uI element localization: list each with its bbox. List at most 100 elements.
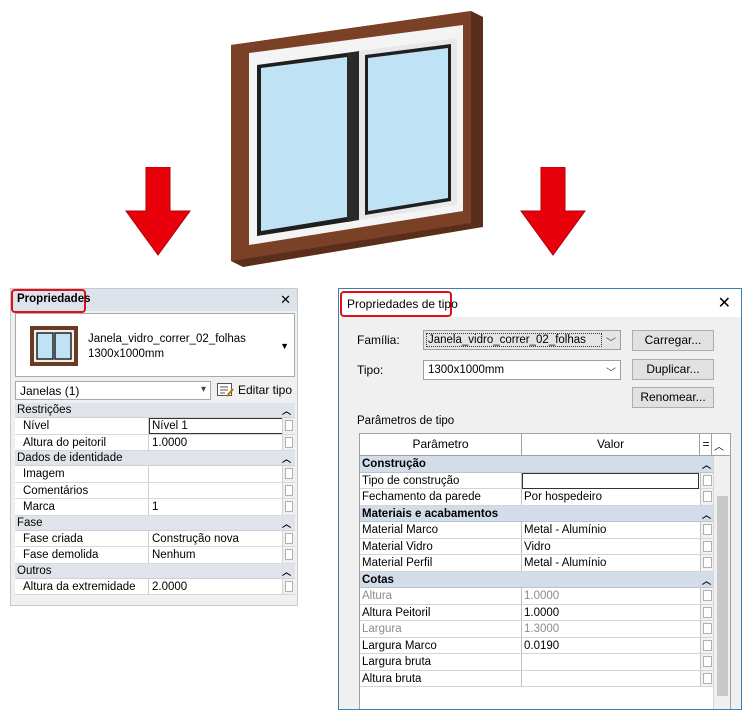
parameter-value[interactable]: 1.0000 bbox=[524, 590, 559, 602]
column-divider bbox=[521, 604, 522, 620]
column-header-formula[interactable]: = bbox=[701, 434, 712, 455]
parameter-value[interactable]: 1.3000 bbox=[524, 623, 559, 635]
column-divider bbox=[148, 547, 149, 563]
property-row[interactable]: Nível Nível 1 bbox=[15, 418, 295, 435]
parameter-value[interactable]: Vidro bbox=[524, 541, 551, 553]
properties-titlebar: Propriedades ✕ bbox=[11, 289, 297, 313]
parameter-row[interactable]: Altura bruta bbox=[360, 670, 714, 687]
parameter-row[interactable]: Largura Marco 0.0190 bbox=[360, 637, 714, 654]
associate-parameter-button[interactable] bbox=[282, 466, 295, 482]
properties-grid: Restrições ︿ Nível Nível 1 Altura do peitori… bbox=[15, 403, 295, 595]
category-header[interactable]: Fase ︿ bbox=[15, 515, 295, 531]
parameter-value[interactable]: Metal - Alumínio bbox=[524, 557, 606, 569]
parameter-row[interactable]: Altura 1.0000 bbox=[360, 588, 714, 605]
tipo-value: 1300x1000mm bbox=[428, 364, 505, 376]
category-header[interactable]: Construção ︿ bbox=[360, 456, 714, 473]
parameter-row[interactable]: Altura Peitoril 1.0000 bbox=[360, 604, 714, 621]
associate-parameter-button[interactable] bbox=[700, 472, 714, 488]
load-button[interactable]: Carregar... bbox=[632, 330, 714, 351]
parameter-name: Altura Peitoril bbox=[362, 606, 431, 619]
type-size: 1300x1000mm bbox=[88, 348, 165, 360]
property-row[interactable]: Altura da extremidade 2.0000 bbox=[15, 578, 295, 595]
associate-parameter-button[interactable] bbox=[700, 522, 714, 538]
chevron-up-icon[interactable]: ︿ bbox=[282, 452, 291, 465]
parameter-row[interactable]: Material Perfil Metal - Alumínio bbox=[360, 555, 714, 572]
category-header[interactable]: Materiais e acabamentos ︿ bbox=[360, 505, 714, 522]
parameter-input[interactable] bbox=[522, 472, 699, 489]
dropdown-arrow-icon[interactable]: ▼ bbox=[280, 341, 289, 351]
associate-parameter-button[interactable] bbox=[282, 530, 295, 546]
property-row[interactable]: Fase criada Construção nova bbox=[15, 530, 295, 547]
property-row[interactable]: Fase demolida Nenhum bbox=[15, 547, 295, 564]
column-header-value[interactable]: Valor bbox=[522, 434, 700, 455]
parameter-value[interactable]: 0.0190 bbox=[524, 640, 559, 652]
associate-parameter-button[interactable] bbox=[700, 538, 714, 554]
category-header[interactable]: Restrições ︿ bbox=[15, 403, 295, 418]
property-row[interactable]: Imagem bbox=[15, 466, 295, 483]
chevron-up-icon[interactable]: ︿ bbox=[702, 508, 711, 521]
associate-parameter-button[interactable] bbox=[700, 555, 714, 571]
parameter-row[interactable]: Material Marco Metal - Alumínio bbox=[360, 522, 714, 539]
parameter-row[interactable]: Material Vidro Vidro bbox=[360, 538, 714, 555]
property-value[interactable]: 1 bbox=[152, 501, 158, 513]
property-value[interactable]: Construção nova bbox=[152, 533, 239, 545]
chevron-up-icon[interactable]: ︿ bbox=[702, 458, 711, 471]
associate-parameter-button[interactable] bbox=[700, 588, 714, 604]
parameter-name: Altura bruta bbox=[362, 672, 422, 685]
property-row[interactable]: Altura do peitoril 1.0000 bbox=[15, 434, 295, 451]
associate-parameter-button[interactable] bbox=[700, 654, 714, 670]
type-parameters-caption: Parâmetros de tipo bbox=[357, 415, 455, 427]
associate-parameter-button[interactable] bbox=[282, 418, 295, 434]
associate-parameter-button[interactable] bbox=[282, 547, 295, 563]
type-selector[interactable]: Janela_vidro_correr_02_folhas 1300x1000m… bbox=[15, 313, 295, 377]
associate-parameter-button[interactable] bbox=[282, 434, 295, 450]
property-value[interactable]: Nível 1 bbox=[152, 420, 188, 432]
associate-parameter-button[interactable] bbox=[282, 482, 295, 498]
familia-label: Família: bbox=[357, 333, 400, 347]
edit-type-icon bbox=[217, 383, 234, 397]
associate-parameter-button[interactable] bbox=[700, 604, 714, 620]
property-value[interactable]: 2.0000 bbox=[152, 581, 187, 593]
parameter-row[interactable]: Tipo de construção bbox=[360, 472, 714, 489]
property-value[interactable]: Nenhum bbox=[152, 549, 195, 561]
scrollbar-thumb[interactable] bbox=[717, 496, 728, 696]
property-row[interactable]: Comentários bbox=[15, 482, 295, 499]
chevron-up-icon[interactable]: ︿ bbox=[282, 404, 291, 417]
property-value[interactable]: 1.0000 bbox=[152, 437, 187, 449]
parameter-value[interactable]: 1.0000 bbox=[524, 607, 559, 619]
tipo-select[interactable]: 1300x1000mm ﹀ bbox=[423, 360, 621, 380]
chevron-up-icon[interactable]: ︿ bbox=[702, 574, 711, 587]
category-label: Restrições bbox=[17, 404, 72, 416]
category-header[interactable]: Dados de identidade ︿ bbox=[15, 451, 295, 466]
familia-select[interactable]: Janela_vidro_correr_02_folhas ﹀ bbox=[423, 330, 621, 350]
parameter-row[interactable]: Largura 1.3000 bbox=[360, 621, 714, 638]
associate-parameter-button[interactable] bbox=[282, 499, 295, 515]
category-header[interactable]: Cotas ︿ bbox=[360, 571, 714, 588]
associate-parameter-icon bbox=[703, 540, 712, 552]
parameter-name: Largura bruta bbox=[362, 656, 432, 668]
chevron-up-icon[interactable]: ︿ bbox=[282, 517, 291, 530]
chevron-up-icon[interactable]: ︿ bbox=[282, 565, 291, 578]
associate-parameter-button[interactable] bbox=[282, 578, 295, 594]
vertical-scrollbar[interactable] bbox=[713, 456, 730, 709]
edit-type-button[interactable]: Editar tipo bbox=[215, 380, 295, 401]
associate-parameter-button[interactable] bbox=[700, 670, 714, 686]
duplicate-button[interactable]: Duplicar... bbox=[632, 359, 714, 380]
parameter-value[interactable]: Por hospedeiro bbox=[524, 491, 602, 503]
associate-parameter-button[interactable] bbox=[700, 637, 714, 653]
chevron-up-icon[interactable]: ︿ bbox=[714, 438, 724, 453]
category-header[interactable]: Outros ︿ bbox=[15, 563, 295, 579]
type-properties-dialog: Propriedades de tipo ✕ Família: Janela_v… bbox=[338, 288, 742, 710]
rename-button[interactable]: Renomear... bbox=[632, 387, 714, 408]
column-header-parameter[interactable]: Parâmetro bbox=[360, 434, 522, 455]
property-row[interactable]: Marca 1 bbox=[15, 499, 295, 516]
parameter-row[interactable]: Fechamento da parede Por hospedeiro bbox=[360, 489, 714, 506]
instance-filter-select[interactable]: Janelas (1) ▾ bbox=[15, 381, 211, 400]
close-icon[interactable]: ✕ bbox=[718, 293, 731, 313]
associate-parameter-button[interactable] bbox=[700, 621, 714, 637]
parameter-value[interactable]: Metal - Alumínio bbox=[524, 524, 606, 536]
close-icon[interactable]: ✕ bbox=[280, 292, 291, 308]
associate-parameter-button[interactable] bbox=[700, 489, 714, 505]
property-name: Fase criada bbox=[23, 532, 84, 545]
parameter-row[interactable]: Largura bruta bbox=[360, 654, 714, 671]
